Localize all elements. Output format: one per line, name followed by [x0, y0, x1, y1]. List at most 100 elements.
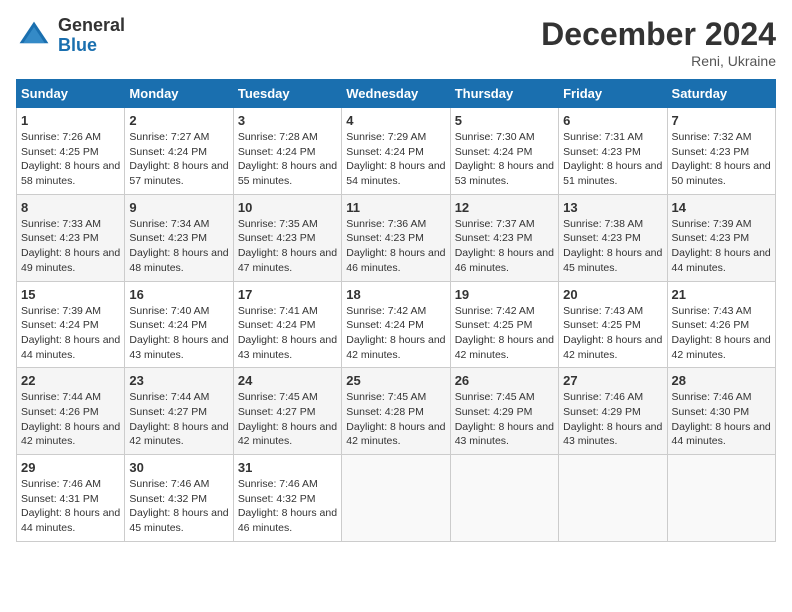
day-detail: Sunrise: 7:28 AMSunset: 4:24 PMDaylight:… — [238, 130, 337, 189]
calendar-week-row: 8Sunrise: 7:33 AMSunset: 4:23 PMDaylight… — [17, 194, 776, 281]
weekday-header-row: SundayMondayTuesdayWednesdayThursdayFrid… — [17, 80, 776, 108]
calendar-cell: 20Sunrise: 7:43 AMSunset: 4:25 PMDayligh… — [559, 281, 667, 368]
calendar-cell: 6 Sunrise: 7:31 AMSunset: 4:23 PMDaylight… — [559, 108, 667, 195]
day-number: 24 — [238, 373, 337, 388]
day-number: 26 — [455, 373, 554, 388]
day-number: 13 — [563, 200, 662, 215]
day-number: 18 — [346, 287, 445, 302]
logo-blue: Blue — [58, 36, 125, 56]
calendar-week-row: 1 Sunrise: 7:26 AMSunset: 4:25 PMDaylight… — [17, 108, 776, 195]
calendar-cell — [342, 455, 450, 542]
day-detail: Sunrise: 7:31 AMSunset: 4:23 PMDaylight:… — [563, 130, 662, 189]
calendar-cell: 2 Sunrise: 7:27 AMSunset: 4:24 PMDaylight… — [125, 108, 233, 195]
logo-icon — [16, 18, 52, 54]
day-detail: Sunrise: 7:39 AMSunset: 4:23 PMDaylight:… — [672, 217, 771, 276]
day-number: 15 — [21, 287, 120, 302]
day-detail: Sunrise: 7:46 AMSunset: 4:32 PMDaylight:… — [238, 477, 337, 536]
calendar-cell: 15 Sunrise: 7:39 AMSunset: 4:24 PMDayligh… — [17, 281, 125, 368]
day-number: 14 — [672, 200, 771, 215]
day-detail: Sunrise: 7:36 AMSunset: 4:23 PMDaylight:… — [346, 217, 445, 276]
calendar-cell: 27 Sunrise: 7:46 AMSunset: 4:29 PMDayligh… — [559, 368, 667, 455]
day-detail: Sunrise: 7:41 AMSunset: 4:24 PMDaylight:… — [238, 304, 337, 363]
day-number: 28 — [672, 373, 771, 388]
day-detail: Sunrise: 7:46 AMSunset: 4:31 PMDaylight:… — [21, 477, 120, 536]
calendar-cell — [559, 455, 667, 542]
calendar-cell: 29 Sunrise: 7:46 AMSunset: 4:31 PMDayligh… — [17, 455, 125, 542]
location: Reni, Ukraine — [541, 53, 776, 69]
day-detail: Sunrise: 7:45 AMSunset: 4:28 PMDaylight:… — [346, 390, 445, 449]
calendar-cell — [450, 455, 558, 542]
calendar-week-row: 22Sunrise: 7:44 AMSunset: 4:26 PMDayligh… — [17, 368, 776, 455]
day-number: 3 — [238, 113, 337, 128]
weekday-header: Sunday — [17, 80, 125, 108]
calendar-cell: 23 Sunrise: 7:44 AMSunset: 4:27 PMDayligh… — [125, 368, 233, 455]
day-number: 23 — [129, 373, 228, 388]
calendar-week-row: 29 Sunrise: 7:46 AMSunset: 4:31 PMDayligh… — [17, 455, 776, 542]
calendar: SundayMondayTuesdayWednesdayThursdayFrid… — [16, 79, 776, 542]
day-number: 10 — [238, 200, 337, 215]
title-area: December 2024 Reni, Ukraine — [541, 16, 776, 69]
calendar-cell: 4Sunrise: 7:29 AMSunset: 4:24 PMDaylight… — [342, 108, 450, 195]
day-detail: Sunrise: 7:39 AMSunset: 4:24 PMDaylight:… — [21, 304, 120, 363]
logo-text: General Blue — [58, 16, 125, 56]
calendar-cell: 22Sunrise: 7:44 AMSunset: 4:26 PMDayligh… — [17, 368, 125, 455]
day-number: 17 — [238, 287, 337, 302]
day-detail: Sunrise: 7:35 AMSunset: 4:23 PMDaylight:… — [238, 217, 337, 276]
calendar-cell: 21 Sunrise: 7:43 AMSunset: 4:26 PMDayligh… — [667, 281, 775, 368]
calendar-cell: 12Sunrise: 7:37 AMSunset: 4:23 PMDayligh… — [450, 194, 558, 281]
calendar-cell: 3 Sunrise: 7:28 AMSunset: 4:24 PMDaylight… — [233, 108, 341, 195]
day-number: 19 — [455, 287, 554, 302]
calendar-week-row: 15 Sunrise: 7:39 AMSunset: 4:24 PMDayligh… — [17, 281, 776, 368]
logo-general: General — [58, 16, 125, 36]
calendar-cell: 17 Sunrise: 7:41 AMSunset: 4:24 PMDayligh… — [233, 281, 341, 368]
day-number: 11 — [346, 200, 445, 215]
day-number: 6 — [563, 113, 662, 128]
day-number: 4 — [346, 113, 445, 128]
logo: General Blue — [16, 16, 125, 56]
day-number: 27 — [563, 373, 662, 388]
weekday-header: Wednesday — [342, 80, 450, 108]
calendar-cell: 14 Sunrise: 7:39 AMSunset: 4:23 PMDayligh… — [667, 194, 775, 281]
calendar-cell: 1 Sunrise: 7:26 AMSunset: 4:25 PMDaylight… — [17, 108, 125, 195]
day-detail: Sunrise: 7:32 AMSunset: 4:23 PMDaylight:… — [672, 130, 771, 189]
day-detail: Sunrise: 7:38 AMSunset: 4:23 PMDaylight:… — [563, 217, 662, 276]
day-detail: Sunrise: 7:40 AMSunset: 4:24 PMDaylight:… — [129, 304, 228, 363]
day-detail: Sunrise: 7:43 AMSunset: 4:26 PMDaylight:… — [672, 304, 771, 363]
day-number: 5 — [455, 113, 554, 128]
day-detail: Sunrise: 7:26 AMSunset: 4:25 PMDaylight:… — [21, 130, 120, 189]
calendar-cell: 19 Sunrise: 7:42 AMSunset: 4:25 PMDayligh… — [450, 281, 558, 368]
day-number: 9 — [129, 200, 228, 215]
calendar-cell — [667, 455, 775, 542]
calendar-cell: 30 Sunrise: 7:46 AMSunset: 4:32 PMDayligh… — [125, 455, 233, 542]
weekday-header: Monday — [125, 80, 233, 108]
day-number: 8 — [21, 200, 120, 215]
calendar-cell: 25Sunrise: 7:45 AMSunset: 4:28 PMDayligh… — [342, 368, 450, 455]
calendar-cell: 10 Sunrise: 7:35 AMSunset: 4:23 PMDayligh… — [233, 194, 341, 281]
day-detail: Sunrise: 7:37 AMSunset: 4:23 PMDaylight:… — [455, 217, 554, 276]
calendar-cell: 13 Sunrise: 7:38 AMSunset: 4:23 PMDayligh… — [559, 194, 667, 281]
calendar-cell: 8Sunrise: 7:33 AMSunset: 4:23 PMDaylight… — [17, 194, 125, 281]
day-detail: Sunrise: 7:27 AMSunset: 4:24 PMDaylight:… — [129, 130, 228, 189]
calendar-cell: 28 Sunrise: 7:46 AMSunset: 4:30 PMDayligh… — [667, 368, 775, 455]
day-number: 29 — [21, 460, 120, 475]
day-detail: Sunrise: 7:34 AMSunset: 4:23 PMDaylight:… — [129, 217, 228, 276]
day-detail: Sunrise: 7:46 AMSunset: 4:30 PMDaylight:… — [672, 390, 771, 449]
calendar-cell: 5Sunrise: 7:30 AMSunset: 4:24 PMDaylight… — [450, 108, 558, 195]
month-title: December 2024 — [541, 16, 776, 53]
day-number: 21 — [672, 287, 771, 302]
page-header: General Blue December 2024 Reni, Ukraine — [16, 16, 776, 69]
day-detail: Sunrise: 7:46 AMSunset: 4:29 PMDaylight:… — [563, 390, 662, 449]
calendar-cell: 16Sunrise: 7:40 AMSunset: 4:24 PMDayligh… — [125, 281, 233, 368]
day-number: 30 — [129, 460, 228, 475]
day-number: 1 — [21, 113, 120, 128]
day-detail: Sunrise: 7:42 AMSunset: 4:25 PMDaylight:… — [455, 304, 554, 363]
day-detail: Sunrise: 7:46 AMSunset: 4:32 PMDaylight:… — [129, 477, 228, 536]
calendar-cell: 18Sunrise: 7:42 AMSunset: 4:24 PMDayligh… — [342, 281, 450, 368]
day-detail: Sunrise: 7:44 AMSunset: 4:27 PMDaylight:… — [129, 390, 228, 449]
day-number: 2 — [129, 113, 228, 128]
day-number: 31 — [238, 460, 337, 475]
calendar-cell: 26Sunrise: 7:45 AMSunset: 4:29 PMDayligh… — [450, 368, 558, 455]
day-number: 22 — [21, 373, 120, 388]
day-number: 7 — [672, 113, 771, 128]
weekday-header: Tuesday — [233, 80, 341, 108]
